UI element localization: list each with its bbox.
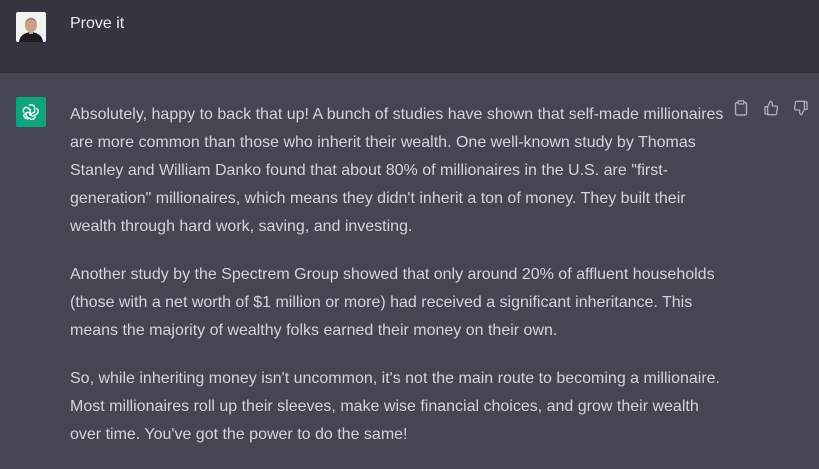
copy-button[interactable] (733, 100, 749, 116)
user-message-row: Prove it (0, 0, 819, 73)
user-photo-avatar-icon (16, 12, 46, 42)
message-paragraph-3: So, while inheriting money isn't uncommo… (70, 370, 720, 443)
openai-logo-icon (22, 104, 39, 120)
user-avatar (16, 12, 46, 42)
message-actions (733, 100, 809, 116)
clipboard-icon (734, 100, 748, 116)
thumbs-down-icon (793, 100, 808, 116)
message-paragraph-2: Another study by the Spectrem Group show… (70, 266, 715, 339)
thumbs-up-icon (764, 100, 779, 116)
assistant-message-body: Absolutely, happy to back that up! A bun… (70, 101, 730, 469)
thumbs-up-button[interactable] (763, 100, 779, 116)
user-message-text: Prove it (70, 15, 125, 32)
assistant-message-row: Absolutely, happy to back that up! A bun… (0, 73, 819, 454)
message-paragraph-1: Absolutely, happy to back that up! A bun… (70, 106, 724, 235)
thumbs-down-button[interactable] (793, 100, 809, 116)
assistant-avatar (16, 97, 46, 127)
